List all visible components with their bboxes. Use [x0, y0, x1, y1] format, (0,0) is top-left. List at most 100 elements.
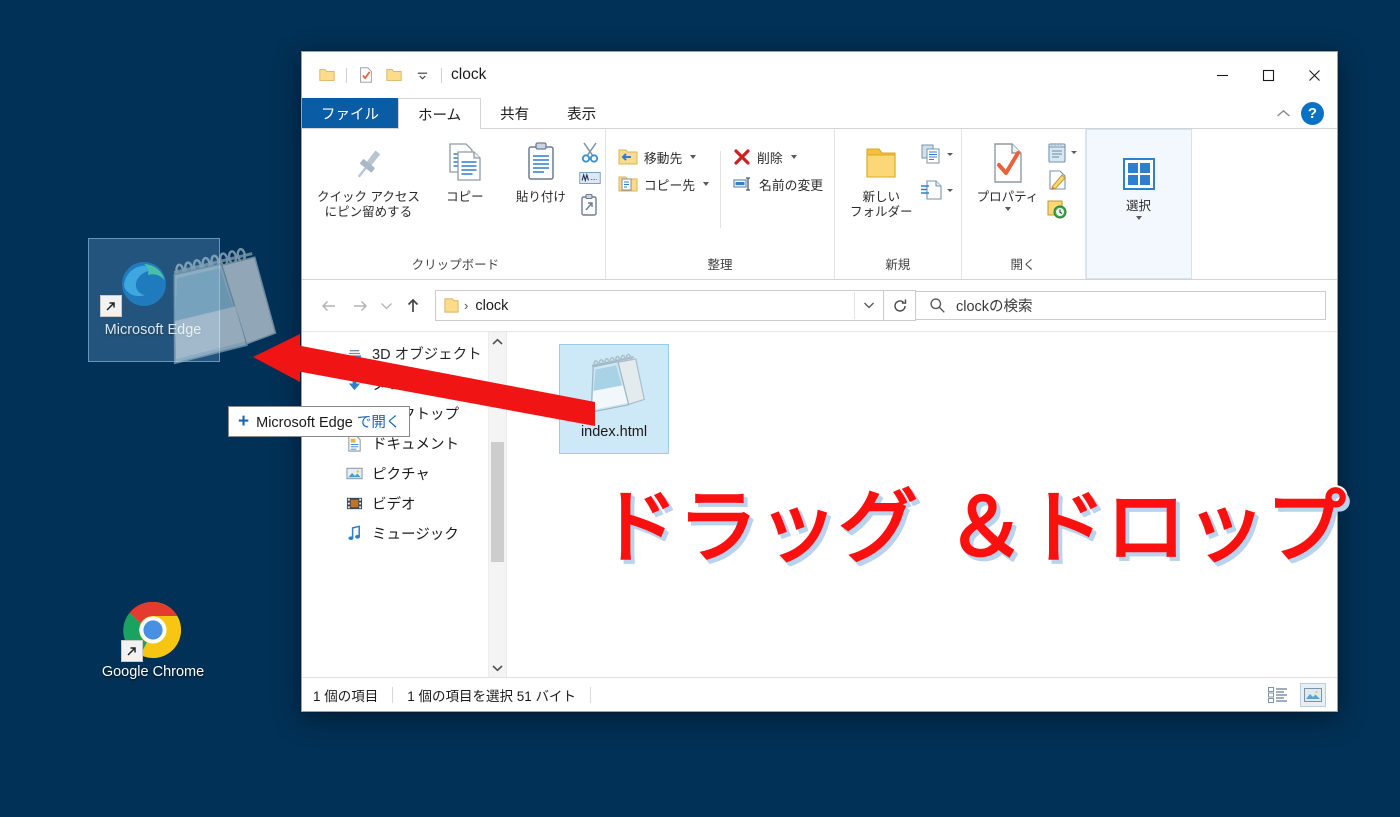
paste-shortcut-button[interactable] — [579, 193, 601, 217]
tab-share[interactable]: 共有 — [481, 98, 548, 129]
select-grid-icon — [1119, 148, 1159, 194]
details-view-icon[interactable] — [1266, 684, 1290, 706]
search-box[interactable]: clockの検索 — [916, 291, 1326, 320]
tab-view[interactable]: 表示 — [548, 98, 615, 129]
new-folder-icon — [859, 139, 903, 185]
delete-x-icon — [734, 149, 750, 165]
nav-item-3d-objects[interactable]: 3D オブジェクト — [302, 338, 506, 368]
ribbon[interactable]: クイック アクセス にピン留めする コピー 貼り付け クリップボード 移動先 コ… — [302, 129, 1337, 280]
new-folder-label-line1: 新しい — [862, 190, 901, 204]
minimize-button[interactable] — [1199, 52, 1245, 98]
file-explorer-window[interactable]: clock ファイル ホーム 共有 表示 ? クイック アクセス にピン留めする… — [301, 51, 1338, 712]
desktop-icon-google-chrome[interactable]: Google Chrome — [88, 600, 218, 681]
address-bar-row[interactable]: › clock clockの検索 — [302, 280, 1337, 331]
recent-locations-button[interactable] — [375, 290, 397, 321]
title-bar[interactable]: clock — [302, 52, 1337, 98]
move-to-button[interactable]: 移動先 — [612, 145, 714, 169]
window-controls[interactable] — [1199, 52, 1337, 98]
ribbon-tab-right-controls[interactable]: ? — [1276, 102, 1337, 129]
paste-label: 貼り付け — [515, 190, 566, 204]
new-folder-label-line2: フォルダー — [850, 204, 913, 219]
ribbon-group-title-new: 新規 — [885, 258, 911, 272]
ribbon-tabs[interactable]: ファイル ホーム 共有 表示 ? — [302, 98, 1337, 129]
organize-col-2: 削除 名前の変更 — [727, 143, 828, 196]
status-separator-2 — [590, 686, 592, 703]
navigation-pane-scrollbar[interactable] — [488, 332, 506, 677]
chevron-down-icon[interactable] — [1004, 206, 1011, 211]
copy-path-button[interactable] — [579, 170, 601, 186]
navigation-pane[interactable]: 3D オブジェクト ダウンロード デスクトップ ドキュメント ピクチャ ビデオ … — [302, 332, 506, 677]
chevron-down-icon[interactable] — [1070, 150, 1077, 154]
copy-icon — [444, 139, 486, 185]
up-button[interactable] — [397, 290, 428, 321]
annotation-text: ドラッグ ＆ドロップ — [598, 481, 1346, 574]
nav-item-pictures[interactable]: ピクチャ — [302, 458, 506, 488]
tab-home[interactable]: ホーム — [398, 98, 482, 129]
new-folder-icon[interactable] — [380, 61, 408, 89]
ribbon-group-title-clipboard: クリップボード — [411, 258, 500, 272]
status-separator — [392, 686, 394, 703]
delete-button[interactable]: 削除 — [727, 145, 828, 169]
maximize-button[interactable] — [1245, 52, 1291, 98]
scrollbar-down-button[interactable] — [489, 658, 506, 677]
address-bar-right[interactable] — [854, 292, 883, 319]
chevron-down-icon[interactable] — [690, 155, 697, 159]
paste-button[interactable]: 貼り付け — [503, 137, 579, 207]
chevron-up-icon[interactable] — [1276, 105, 1291, 123]
easy-access-button[interactable] — [920, 179, 953, 201]
shortcut-arrow-icon — [121, 640, 143, 662]
status-item-count: 1 個の項目 — [313, 688, 379, 704]
clipboard-small-icons — [579, 137, 601, 217]
rename-label: 名前の変更 — [759, 177, 824, 193]
new-item-button[interactable] — [920, 143, 953, 165]
easy-access-icon — [920, 180, 942, 200]
large-icons-view-icon[interactable] — [1300, 682, 1326, 707]
chevron-down-icon[interactable] — [790, 155, 797, 159]
back-button[interactable] — [313, 290, 344, 321]
edit-button[interactable] — [1046, 169, 1077, 191]
select-button[interactable]: 選択 — [1101, 146, 1177, 222]
properties-checked-document-icon[interactable] — [352, 61, 380, 89]
rename-button[interactable]: 名前の変更 — [727, 172, 828, 196]
address-dropdown-button[interactable] — [854, 292, 883, 319]
breadcrumb-item-clock[interactable]: clock — [471, 298, 512, 314]
pin-to-quick-access-button[interactable]: クイック アクセス にピン留めする — [310, 137, 427, 221]
history-button[interactable] — [1046, 197, 1077, 219]
nav-item-videos[interactable]: ビデオ — [302, 488, 506, 518]
properties-button[interactable]: プロパティ — [970, 137, 1046, 213]
scrollbar-thumb[interactable] — [491, 442, 504, 562]
copy-button[interactable]: コピー — [427, 137, 503, 207]
copy-to-button[interactable]: コピー先 — [612, 172, 714, 196]
qat-separator — [346, 67, 347, 83]
nav-item-music[interactable]: ミュージック — [302, 518, 506, 548]
desktop-icon-microsoft-edge[interactable]: Microsoft Edge — [88, 238, 220, 362]
nav-item-label: ダウンロード — [372, 376, 459, 393]
chevron-down-icon[interactable] — [703, 182, 710, 186]
chevron-down-icon[interactable] — [946, 188, 953, 192]
quick-access-toolbar[interactable] — [302, 61, 447, 89]
ribbon-group-title-open: 開く — [1010, 258, 1036, 272]
tab-file[interactable]: ファイル — [302, 98, 398, 129]
ribbon-group-new: 新しい フォルダー 新規 — [835, 129, 962, 279]
refresh-button[interactable] — [884, 290, 916, 321]
nav-item-label: ビデオ — [372, 496, 416, 513]
forward-button[interactable] — [344, 290, 375, 321]
open-with-button[interactable] — [1046, 141, 1077, 163]
music-icon — [345, 524, 363, 542]
search-input[interactable]: clockの検索 — [956, 295, 1033, 316]
view-buttons[interactable] — [1266, 682, 1326, 707]
file-item-index-html[interactable]: index.html — [559, 344, 669, 454]
close-button[interactable] — [1291, 52, 1337, 98]
new-folder-button[interactable]: 新しい フォルダー — [843, 137, 920, 221]
cut-button[interactable] — [579, 141, 601, 163]
chevron-down-icon[interactable] — [946, 152, 953, 156]
address-bar[interactable]: › clock — [435, 290, 884, 321]
nav-item-downloads[interactable]: ダウンロード — [302, 368, 506, 398]
help-button[interactable]: ? — [1301, 102, 1324, 125]
ribbon-group-select[interactable]: 選択 開く — [1085, 129, 1192, 279]
breadcrumb[interactable]: › clock — [436, 297, 854, 314]
chevron-down-icon[interactable] — [1135, 215, 1142, 220]
scrollbar-up-button[interactable] — [489, 332, 506, 351]
folder-icon[interactable] — [313, 61, 341, 89]
qat-chevron-down-icon[interactable] — [408, 61, 436, 89]
